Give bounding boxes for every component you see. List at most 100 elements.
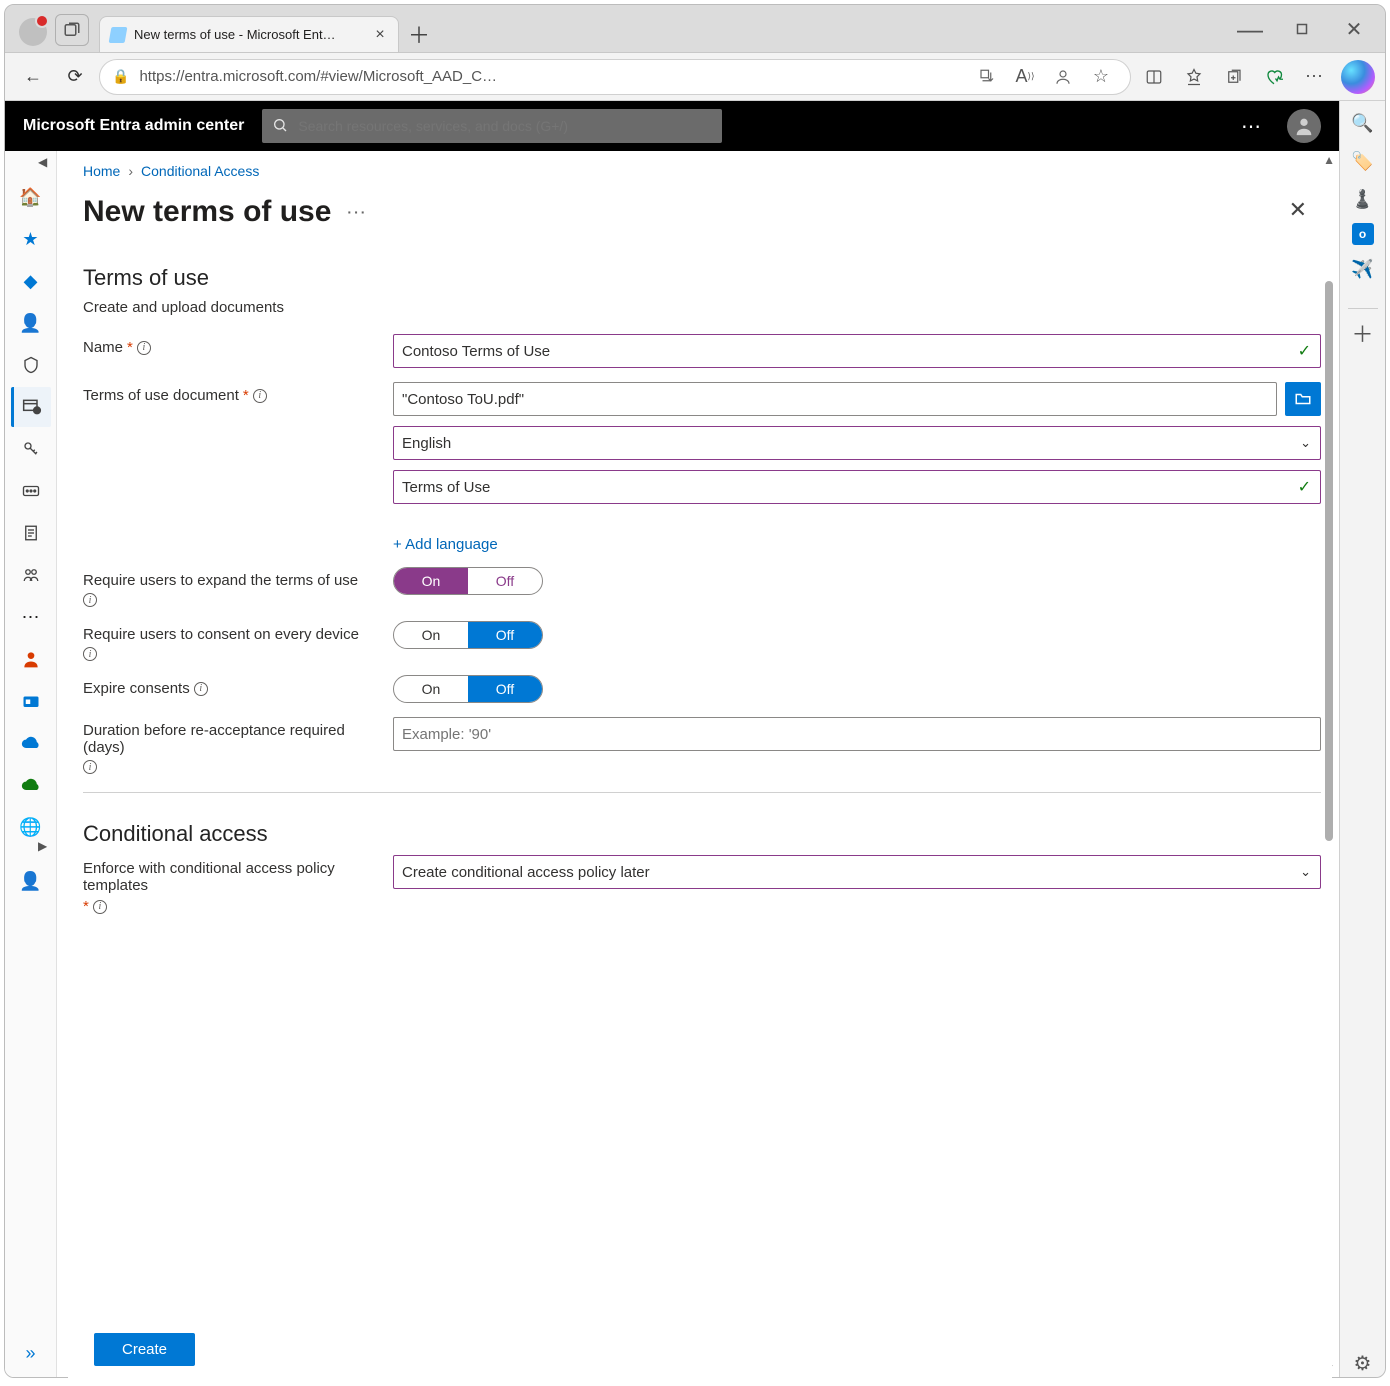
nav-expand-icon[interactable]: » xyxy=(11,1333,51,1373)
tab-actions-icon[interactable] xyxy=(55,14,89,46)
header-more-icon[interactable]: ⋯ xyxy=(1233,108,1269,144)
toggle-off[interactable]: Off xyxy=(468,622,542,648)
document-file-input[interactable] xyxy=(393,382,1277,416)
browser-profile-avatar[interactable] xyxy=(19,18,47,46)
page-title: New terms of use ··· xyxy=(83,195,367,229)
health-icon[interactable] xyxy=(1257,60,1291,94)
favorite-star-icon[interactable]: ☆ xyxy=(1084,60,1118,94)
entra-left-nav: ◀ 🏠 ★ ◆ 👤 xyxy=(5,151,57,1377)
app-install-icon[interactable] xyxy=(970,60,1004,94)
section-terms-of-use-sub: Create and upload documents xyxy=(83,299,1321,316)
nav-external-icon[interactable] xyxy=(11,639,51,679)
consent-every-toggle[interactable]: On Off xyxy=(393,621,543,649)
create-button[interactable]: Create xyxy=(94,1333,195,1366)
user-avatar[interactable] xyxy=(1287,109,1321,143)
toggle-off[interactable]: Off xyxy=(468,568,542,594)
sidebar-shopping-icon[interactable]: 🏷️ xyxy=(1349,147,1377,175)
nav-back-icon[interactable]: ← xyxy=(15,59,51,95)
page-viewport: Microsoft Entra admin center ⋯ ◀ 🏠 xyxy=(5,101,1339,1377)
duration-label: Duration before re-acceptance required (… xyxy=(83,717,373,774)
nav-users-icon[interactable]: 👤 xyxy=(11,303,51,343)
nav-protection-icon[interactable] xyxy=(11,345,51,385)
vertical-scrollbar[interactable]: ▲ ▼ xyxy=(1323,151,1333,1377)
nav-identity-icon[interactable]: ◆ xyxy=(11,261,51,301)
tab-close-icon[interactable]: × xyxy=(372,27,388,43)
blade-close-icon[interactable]: ✕ xyxy=(1283,191,1313,229)
section-terms-of-use-heading: Terms of use xyxy=(83,265,1321,291)
nav-collapse-icon[interactable]: ◀ xyxy=(38,155,54,175)
page-more-icon[interactable]: ··· xyxy=(347,204,367,220)
nav-more-icon[interactable]: ⋯ xyxy=(11,597,51,637)
info-icon[interactable]: i xyxy=(253,389,267,403)
nav-conditional-access-icon[interactable] xyxy=(11,387,51,427)
info-icon[interactable]: i xyxy=(194,682,208,696)
ca-template-value: Create conditional access policy later xyxy=(402,864,650,881)
nav-badge-icon[interactable] xyxy=(11,681,51,721)
require-expand-label: Require users to expand the terms of use… xyxy=(83,567,373,607)
read-aloud-icon[interactable]: A⟩⟩ xyxy=(1008,60,1042,94)
footer-bar: Create xyxy=(68,1319,1332,1377)
global-search[interactable] xyxy=(262,109,722,143)
info-icon[interactable]: i xyxy=(83,593,97,607)
address-box[interactable]: 🔒 https://entra.microsoft.com/#view/Micr… xyxy=(99,59,1131,95)
info-icon[interactable]: i xyxy=(137,341,151,355)
tab-title: New terms of use - Microsoft Ent… xyxy=(134,27,364,42)
nav-cloud-green-icon[interactable] xyxy=(11,765,51,805)
entra-header: Microsoft Entra admin center ⋯ xyxy=(5,101,1339,151)
duration-input[interactable] xyxy=(393,717,1321,751)
nav-favorites-icon[interactable]: ★ xyxy=(11,219,51,259)
nav-home-icon[interactable]: 🏠 xyxy=(11,177,51,217)
sidebar-send-icon[interactable]: ✈️ xyxy=(1349,255,1377,283)
chevron-right-icon: › xyxy=(128,163,133,179)
ca-template-select[interactable]: Create conditional access policy later xyxy=(393,855,1321,889)
language-select[interactable]: English xyxy=(393,426,1321,460)
toggle-off[interactable]: Off xyxy=(468,676,542,702)
new-tab-button[interactable]: ＋ xyxy=(403,18,435,50)
nav-scroll-down-icon[interactable]: ▶ xyxy=(38,839,54,859)
nav-person-icon[interactable]: 👤 xyxy=(11,861,51,901)
window-restore-icon[interactable] xyxy=(1285,12,1319,46)
toggle-on[interactable]: On xyxy=(394,568,468,594)
expire-consents-label: Expire consents i xyxy=(83,675,373,697)
window-close-icon[interactable]: ✕ xyxy=(1337,12,1371,46)
copilot-icon[interactable] xyxy=(1341,60,1375,94)
expire-consents-toggle[interactable]: On Off xyxy=(393,675,543,703)
toggle-on[interactable]: On xyxy=(394,622,468,648)
ca-template-label: Enforce with conditional access policy t… xyxy=(83,855,373,915)
tou-title-input[interactable] xyxy=(393,470,1321,504)
favorites-list-icon[interactable] xyxy=(1177,60,1211,94)
add-language-link[interactable]: + Add language xyxy=(393,536,1321,553)
more-browser-icon[interactable]: ⋯ xyxy=(1297,60,1331,94)
search-icon xyxy=(272,117,288,136)
window-minimize-icon[interactable]: — xyxy=(1233,12,1267,46)
split-screen-icon[interactable] xyxy=(1137,60,1171,94)
global-search-input[interactable] xyxy=(296,117,712,135)
require-expand-toggle[interactable]: On Off xyxy=(393,567,543,595)
divider xyxy=(83,792,1321,793)
sidebar-outlook-icon[interactable]: o xyxy=(1352,223,1374,245)
sidebar-add-icon[interactable]: ＋ xyxy=(1349,319,1377,347)
info-icon[interactable]: i xyxy=(83,760,97,774)
sidebar-games-icon[interactable]: ♟️ xyxy=(1349,185,1377,213)
browser-tab[interactable]: New terms of use - Microsoft Ent… × xyxy=(99,16,399,52)
breadcrumb-conditional-access[interactable]: Conditional Access xyxy=(141,163,259,179)
profile-pill-icon[interactable] xyxy=(1046,60,1080,94)
collections-icon[interactable] xyxy=(1217,60,1251,94)
info-icon[interactable]: i xyxy=(83,647,97,661)
document-label: Terms of use document* i xyxy=(83,382,373,404)
browse-button[interactable] xyxy=(1285,382,1321,416)
sidebar-search-icon[interactable]: 🔍 xyxy=(1349,109,1377,137)
content-pane: ▲ ▼ Home › Conditional Access New terms … xyxy=(57,151,1339,1377)
nav-groups-icon[interactable] xyxy=(11,555,51,595)
nav-keys-icon[interactable] xyxy=(11,429,51,469)
info-icon[interactable]: i xyxy=(93,900,107,914)
consent-every-label: Require users to consent on every device… xyxy=(83,621,373,661)
nav-policies-icon[interactable] xyxy=(11,513,51,553)
breadcrumb-home[interactable]: Home xyxy=(83,163,120,179)
toggle-on[interactable]: On xyxy=(394,676,468,702)
nav-password-icon[interactable] xyxy=(11,471,51,511)
nav-cloud-icon[interactable] xyxy=(11,723,51,763)
sidebar-settings-icon[interactable]: ⚙ xyxy=(1349,1349,1377,1377)
name-input[interactable] xyxy=(393,334,1321,368)
nav-refresh-icon[interactable]: ⟳ xyxy=(57,59,93,95)
